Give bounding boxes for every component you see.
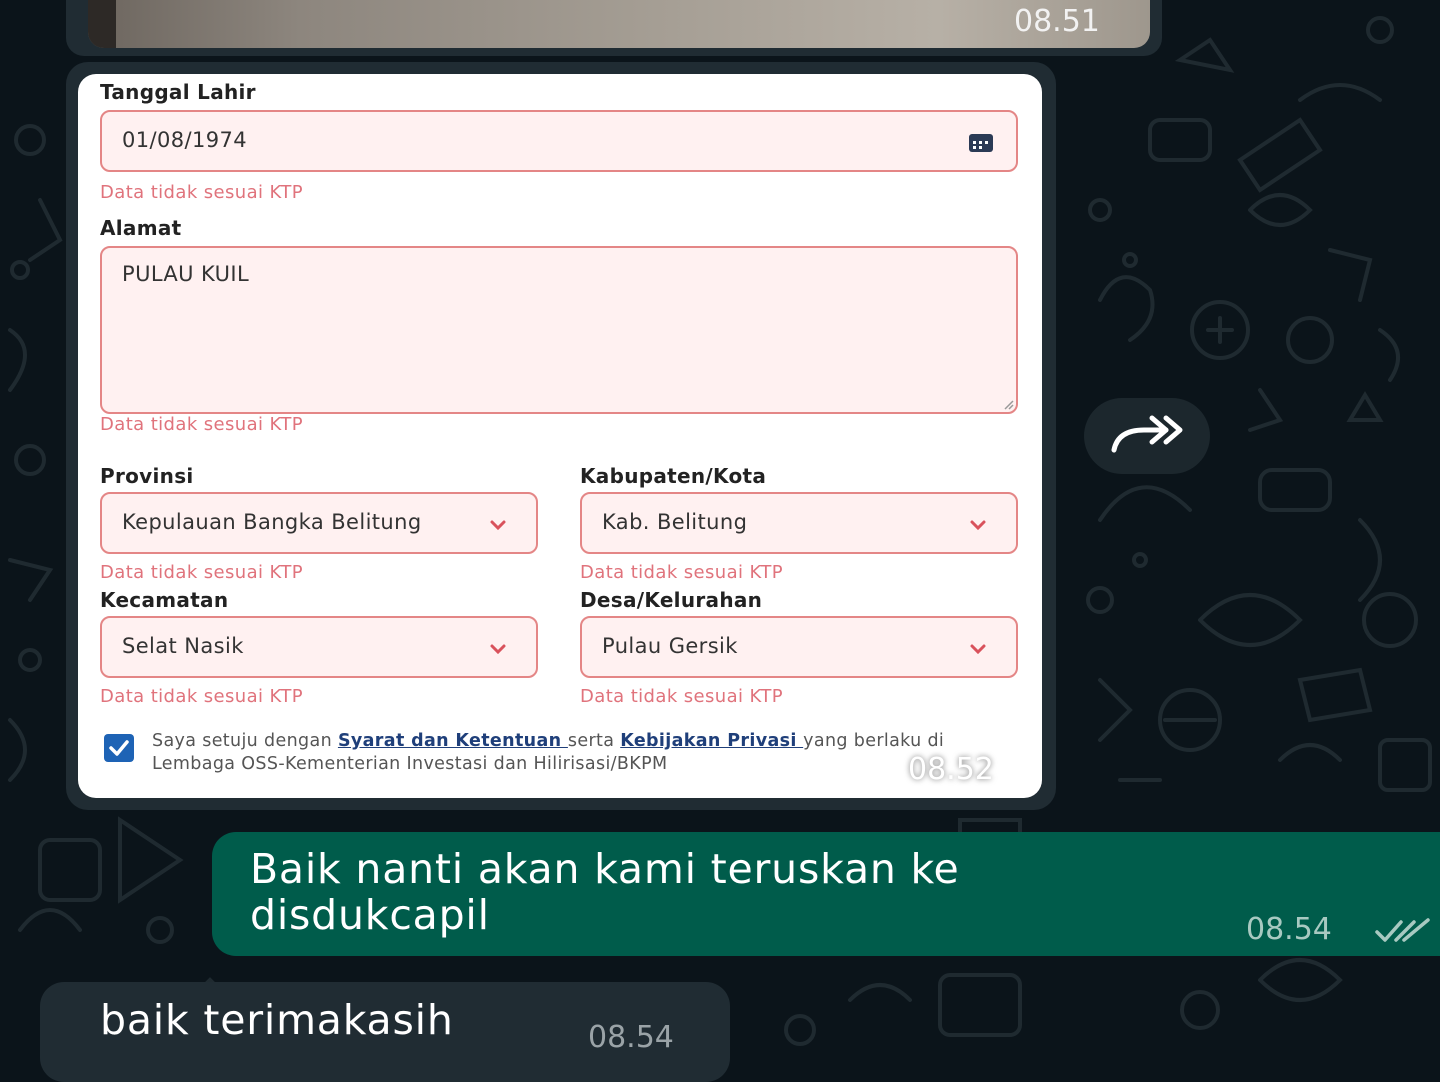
district-error: Data tidak sesuai KTP: [100, 686, 304, 707]
province-value: Kepulauan Bangka Belitung: [122, 510, 422, 534]
village-select[interactable]: Pulau Gersik: [580, 616, 1018, 678]
chevron-down-icon[interactable]: [968, 642, 988, 656]
terms-link[interactable]: Syarat dan Ketentuan: [338, 731, 568, 751]
regency-error: Data tidak sesuai KTP: [580, 562, 784, 583]
chevron-down-icon[interactable]: [488, 642, 508, 656]
district-label: Kecamatan: [100, 588, 229, 612]
province-label: Provinsi: [100, 464, 194, 488]
chevron-down-icon[interactable]: [488, 518, 508, 532]
address-error: Data tidak sesuai KTP: [100, 414, 304, 435]
address-textarea[interactable]: PULAU KUIL: [100, 246, 1018, 414]
village-label: Desa/Kelurahan: [580, 588, 763, 612]
village-value: Pulau Gersik: [602, 634, 738, 658]
outgoing-message-text: Baik nanti akan kami teruskan ke disdukc…: [250, 845, 960, 939]
district-select[interactable]: Selat Nasik: [100, 616, 538, 678]
privacy-link[interactable]: Kebijakan Privasi: [620, 731, 803, 751]
regency-value: Kab. Belitung: [602, 510, 748, 534]
district-value: Selat Nasik: [122, 634, 244, 658]
birth-date-error: Data tidak sesuai KTP: [100, 182, 304, 203]
forward-icon: [1111, 415, 1183, 453]
forward-button[interactable]: [1084, 398, 1210, 474]
birth-date-value: 01/08/1974: [122, 128, 248, 152]
consent-middle: serta: [567, 731, 621, 751]
village-error: Data tidak sesuai KTP: [580, 686, 784, 707]
resize-handle-icon[interactable]: [1002, 398, 1014, 410]
incoming-message-text: baik terimakasih: [100, 996, 454, 1044]
regency-label: Kabupaten/Kota: [580, 464, 767, 488]
message-timestamp: 08.54: [1246, 912, 1332, 947]
image-message-photo[interactable]: [88, 0, 1150, 48]
message-timestamp: 08.51: [1014, 4, 1100, 39]
province-select[interactable]: Kepulauan Bangka Belitung: [100, 492, 538, 554]
birth-date-label: Tanggal Lahir: [100, 80, 256, 104]
address-value: PULAU KUIL: [122, 262, 250, 286]
address-label: Alamat: [100, 216, 182, 240]
calendar-icon[interactable]: [968, 132, 994, 154]
consent-text: Saya setuju dengan Syarat dan Ketentuan …: [152, 730, 1032, 776]
consent-prefix: Saya setuju dengan: [152, 731, 338, 751]
outgoing-message-bubble[interactable]: Baik nanti akan kami teruskan ke disdukc…: [212, 832, 1440, 956]
photo-shadow: [88, 0, 116, 48]
chevron-down-icon[interactable]: [968, 518, 988, 532]
incoming-message-bubble[interactable]: baik terimakasih 08.54: [40, 982, 730, 1082]
check-icon: [109, 740, 129, 756]
message-timestamp: 08.52: [908, 752, 994, 787]
regency-select[interactable]: Kab. Belitung: [580, 492, 1018, 554]
message-timestamp: 08.54: [588, 1020, 674, 1055]
province-error: Data tidak sesuai KTP: [100, 562, 304, 583]
double-check-icon: [1375, 918, 1430, 942]
birth-date-field[interactable]: 01/08/1974: [100, 110, 1018, 172]
consent-checkbox[interactable]: [104, 734, 134, 762]
form-screenshot[interactable]: Tanggal Lahir 01/08/1974 Data tidak sesu…: [78, 74, 1042, 798]
